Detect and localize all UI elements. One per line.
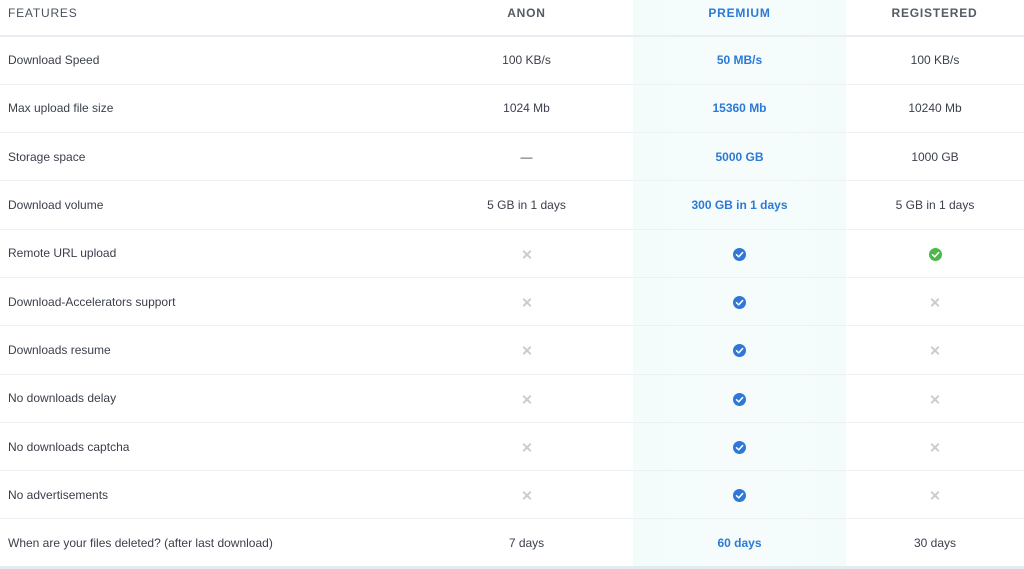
feature-label: No downloads captcha [8, 439, 130, 454]
comparison-page: FEATURES ANON PREMIUM REGISTERED Downloa… [0, 0, 1024, 569]
premium-cell [633, 229, 846, 277]
premium-value: 5000 GB [715, 149, 764, 164]
feature-label: Max upload file size [8, 101, 114, 116]
registered-cell [846, 374, 1024, 422]
table-row: Download-Accelerators support [0, 277, 1024, 326]
check-circle-blue-icon [733, 343, 746, 358]
registered-cell [846, 422, 1024, 470]
header-premium: PREMIUM [633, 0, 846, 37]
cross-icon [931, 298, 940, 307]
check-circle-blue-icon [733, 247, 746, 261]
anon-cell [420, 422, 633, 470]
table-row: Downloads resume [0, 326, 1024, 375]
registered-value: 30 days [913, 535, 957, 550]
header-anon: ANON [420, 0, 633, 37]
table-row: Download volume 5 GB in 1 days 300 GB in 1… [0, 181, 1024, 230]
feature-label: No downloads delay [8, 391, 117, 406]
cross-icon [522, 346, 531, 355]
table-row: No downloads delay [0, 374, 1024, 423]
feature-label: Download-Accelerators support [8, 294, 176, 309]
anon-cell [420, 374, 633, 422]
header-registered: REGISTERED [846, 0, 1024, 37]
anon-value: 100 KB/s [502, 53, 551, 68]
cross-icon [522, 443, 531, 452]
premium-value: 300 GB in 1 days [691, 198, 788, 213]
table-row: Max upload file size 1024 Mb 15360 Mb 10240… [0, 84, 1024, 133]
premium-cell [633, 471, 846, 519]
registered-cell [846, 229, 1024, 277]
cross-icon [522, 250, 531, 259]
premium-cell [633, 422, 846, 470]
premium-value: 50 MB/s [716, 53, 763, 68]
feature-label: No advertisements [8, 487, 109, 502]
cross-icon [931, 395, 940, 404]
anon-cell [420, 471, 633, 519]
table-body: Download Speed 100 KB/s 50 MB/s 100 KB/s Max… [0, 36, 1024, 568]
cross-icon [522, 298, 531, 307]
anon-value: 5 GB in 1 days [487, 198, 566, 213]
table-row: Storage space — 5000 GB 1000 GB [0, 133, 1024, 181]
registered-cell [846, 326, 1024, 374]
registered-value: 10240 Mb [908, 101, 962, 116]
registered-value: 100 KB/s [910, 53, 960, 68]
anon-cell [420, 277, 633, 325]
table-row: No downloads captcha [0, 422, 1024, 471]
check-circle-blue-icon [733, 488, 746, 503]
cross-icon [522, 491, 531, 500]
check-circle-blue-icon [733, 295, 746, 310]
premium-value: 60 days [717, 535, 762, 550]
registered-cell [846, 277, 1024, 325]
registered-cell [846, 471, 1024, 519]
cross-icon [931, 491, 940, 500]
anon-cell [420, 229, 633, 277]
feature-label: Download volume [8, 198, 104, 213]
cross-icon [522, 395, 531, 404]
feature-label: Downloads resume [8, 342, 111, 357]
table-row: Remote URL upload [0, 229, 1024, 278]
anon-value: — [520, 149, 533, 164]
table-row: When are your files deleted? (after last… [0, 519, 1024, 568]
registered-value: 5 GB in 1 days [895, 198, 975, 213]
feature-label: Storage space [8, 149, 86, 164]
features-comparison-table: FEATURES ANON PREMIUM REGISTERED Downloa… [0, 0, 1024, 569]
anon-value: 7 days [508, 535, 545, 550]
table-row: Download Speed 100 KB/s 50 MB/s 100 KB/s [0, 36, 1024, 85]
feature-label: Remote URL upload [8, 246, 117, 261]
premium-cell [633, 277, 846, 325]
check-circle-blue-icon [733, 440, 746, 455]
cross-icon [931, 346, 940, 355]
registered-value: 1000 GB [911, 149, 959, 164]
header-features: FEATURES [0, 0, 420, 37]
premium-cell [633, 326, 846, 374]
cross-icon [931, 443, 940, 452]
feature-label: When are your files deleted? (after last… [8, 535, 273, 550]
anon-value: 1024 Mb [503, 101, 550, 116]
anon-cell [420, 326, 633, 374]
check-circle-green-icon [928, 247, 942, 261]
premium-value: 15360 Mb [712, 101, 767, 116]
feature-label: Download Speed [8, 53, 100, 68]
table-header-row: FEATURES ANON PREMIUM REGISTERED [0, 0, 1024, 37]
premium-cell [633, 374, 846, 422]
table-row: No advertisements [0, 471, 1024, 519]
check-circle-blue-icon [733, 391, 746, 406]
